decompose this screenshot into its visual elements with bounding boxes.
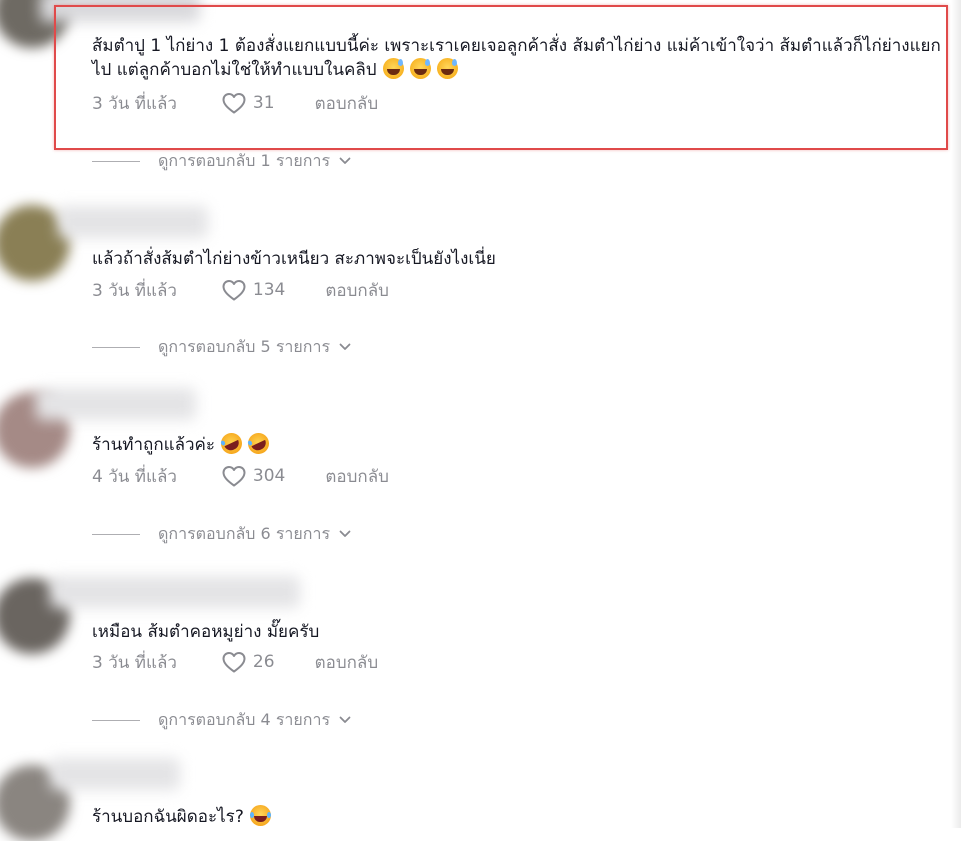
heart-outline-icon [222,652,246,673]
smiling-face-with-sweat-emoji [382,58,404,79]
username-redacted [58,206,208,238]
reply-button[interactable]: ตอบกลับ [325,463,389,490]
reply-button[interactable]: ตอบกลับ [315,90,379,117]
like-button[interactable]: 304 [221,464,285,488]
comment-timestamp: 3 วัน ที่แล้ว [92,652,177,673]
view-replies-button[interactable]: ดูการตอบกลับ 5 รายการ [92,335,352,359]
comment-text: ร้านทำถูกแล้วค่ะ [92,429,941,458]
chevron-down-icon [339,157,351,164]
smiling-face-with-sweat-emoji [436,58,458,79]
view-replies-button[interactable]: ดูการตอบกลับ 4 รายการ [92,708,352,732]
like-button[interactable]: 31 [221,91,275,115]
like-button[interactable]: 134 [221,278,285,302]
rolling-on-floor-laughing-emoji [217,429,246,458]
rolling-on-floor-laughing-emoji [244,429,273,458]
view-replies-label: ดูการตอบกลับ 4 รายการ [158,709,331,729]
divider-line [92,346,140,348]
face-with-tears-of-joy-emoji [249,805,271,826]
comment-meta: 4 วัน ที่แล้ว 304 ตอบกลับ [92,463,389,489]
heart-outline-icon [222,280,246,301]
comment-meta: 3 วัน ที่แล้ว 26 ตอบกลับ [92,649,378,675]
divider-line [92,160,140,162]
comment-text: เหมือน ส้มตำคอหมูย่าง มั๊ยครับ [92,622,320,642]
view-replies-label: ดูการตอบกลับ 1 รายการ [158,150,331,170]
heart-outline-icon [222,93,246,114]
comment-text: ส้มตำปู 1 ไก่ย่าง 1 ต้องสั่งแยกแบบนี้ค่ะ… [92,36,941,80]
comment-meta: 3 วัน ที่แล้ว 31 ตอบกลับ [92,90,378,116]
divider-line [92,719,140,721]
divider-line [92,533,140,535]
comment-text: ร้านบอกฉันผิดอะไร? [92,805,941,829]
reply-button[interactable]: ตอบกลับ [315,649,379,676]
chevron-down-icon [339,530,351,537]
comment-timestamp: 4 วัน ที่แล้ว [92,466,177,487]
like-count: 134 [252,280,286,300]
username-redacted [50,758,180,790]
comment-timestamp: 3 วัน ที่แล้ว [92,93,177,114]
reply-button[interactable]: ตอบกลับ [325,277,389,304]
heart-outline-icon [222,466,246,487]
comment-meta: 3 วัน ที่แล้ว 134 ตอบกลับ [92,277,389,303]
username-redacted [40,0,200,22]
comment-timestamp: 3 วัน ที่แล้ว [92,280,177,301]
like-count: 304 [252,466,286,486]
like-button[interactable]: 26 [221,650,275,674]
like-count: 31 [252,93,275,113]
username-redacted [50,576,300,608]
username-redacted [36,388,196,420]
like-count: 26 [252,652,275,672]
view-replies-label: ดูการตอบกลับ 6 รายการ [158,523,331,543]
edge-shadow [951,0,961,828]
chevron-down-icon [339,343,351,350]
view-replies-label: ดูการตอบกลับ 5 รายการ [158,336,331,356]
view-replies-button[interactable]: ดูการตอบกลับ 6 รายการ [92,522,352,546]
smiling-face-with-sweat-emoji [409,58,431,79]
comment-text: แล้วถ้าสั่งส้มตำไก่ย่างข้าวเหนียว สะภาพจ… [92,249,496,269]
chevron-down-icon [339,716,351,723]
view-replies-button[interactable]: ดูการตอบกลับ 1 รายการ [92,149,352,173]
